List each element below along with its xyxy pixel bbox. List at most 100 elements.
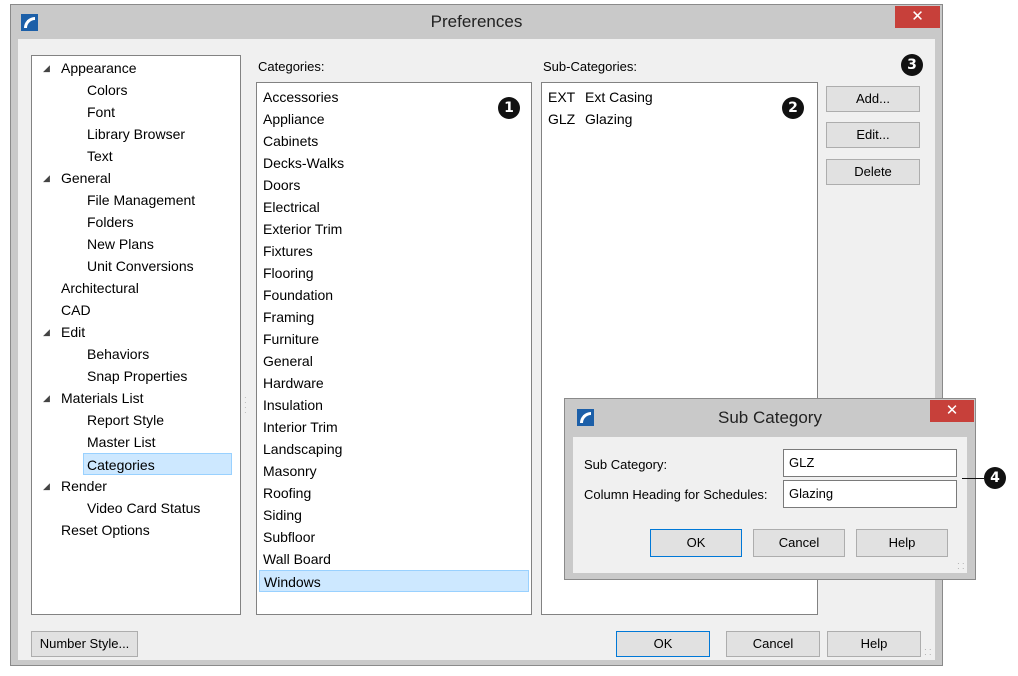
category-item[interactable]: Accessories	[263, 86, 338, 108]
tree-item-label: Library Browser	[87, 126, 186, 142]
category-item[interactable]: Roofing	[263, 482, 311, 504]
tree-item[interactable]: Categories	[83, 453, 232, 475]
category-item[interactable]: Hardware	[263, 372, 324, 394]
resize-grip[interactable]: · · · ·	[924, 646, 934, 659]
tree-item[interactable]: File Management	[87, 189, 195, 211]
subcategory-name: Glazing	[585, 111, 633, 127]
category-item[interactable]: Foundation	[263, 284, 333, 306]
help-button[interactable]: Help	[827, 631, 921, 657]
tree-item-label: Behaviors	[87, 346, 150, 362]
edit-button[interactable]: Edit...	[826, 122, 920, 148]
category-item[interactable]: Electrical	[263, 196, 320, 218]
sub-resize-grip[interactable]: · · · ·	[957, 560, 967, 573]
category-item[interactable]: Wall Board	[263, 548, 331, 570]
tree-item-label: General	[61, 170, 111, 186]
tree-item[interactable]: CAD	[61, 299, 91, 321]
tree-item-label: Categories	[87, 457, 155, 473]
category-item[interactable]: Masonry	[263, 460, 317, 482]
category-item[interactable]: Cabinets	[263, 130, 318, 152]
category-item[interactable]: General	[263, 350, 313, 372]
tree-item-label: Master List	[87, 434, 156, 450]
tree-item[interactable]: Architectural	[61, 277, 139, 299]
expand-arrow-icon[interactable]: ◢	[43, 167, 50, 189]
tree-item[interactable]: Library Browser	[87, 123, 185, 145]
tree-item[interactable]: ◢ Edit	[43, 321, 86, 343]
tree-item[interactable]: Unit Conversions	[87, 255, 194, 277]
tree-item-label: Text	[87, 148, 113, 164]
tree-item[interactable]: Video Card Status	[87, 497, 200, 519]
tree-item-label: Appearance	[61, 60, 137, 76]
category-item[interactable]: Landscaping	[263, 438, 342, 460]
add-button[interactable]: Add...	[826, 86, 920, 112]
sub-dialog-title: Sub Category	[718, 408, 822, 427]
number-style-button[interactable]: Number Style...	[31, 631, 138, 657]
callout-marker-4: 4	[984, 467, 1006, 489]
category-item[interactable]: Flooring	[263, 262, 314, 284]
subcategory-item[interactable]: EXT Ext Casing	[548, 86, 653, 108]
tree-item[interactable]: Font	[87, 101, 115, 123]
splitter-grip[interactable]: · · · ·	[244, 394, 248, 417]
tree-item[interactable]: ◢ Appearance	[43, 57, 137, 79]
sub-cancel-button[interactable]: Cancel	[753, 529, 845, 557]
tree-item[interactable]: New Plans	[87, 233, 154, 255]
tree-item-label: Video Card Status	[87, 500, 201, 516]
tree-item[interactable]: Folders	[87, 211, 134, 233]
category-item[interactable]: Appliance	[263, 108, 325, 130]
tree-item[interactable]: ◢ Render	[43, 475, 107, 497]
sub-ok-button[interactable]: OK	[650, 529, 742, 557]
callout-line	[962, 478, 984, 479]
sub-dialog-close-button[interactable]: ✕	[930, 400, 974, 422]
callout-marker-1: 1	[498, 97, 520, 119]
ok-button[interactable]: OK	[616, 631, 710, 657]
tree-item[interactable]: ◢ Materials List	[43, 387, 144, 409]
category-item[interactable]: Framing	[263, 306, 314, 328]
close-button[interactable]: ✕	[895, 6, 940, 28]
tree-item[interactable]: Snap Properties	[87, 365, 187, 387]
tree-item[interactable]: ◢ General	[43, 167, 111, 189]
tree-item-label: File Management	[87, 192, 196, 208]
tree-item-label: New Plans	[87, 236, 154, 252]
category-item[interactable]: Interior Trim	[263, 416, 338, 438]
categories-label: Categories:	[258, 59, 325, 74]
window-title: Preferences	[430, 12, 523, 31]
subcategories-label: Sub-Categories:	[543, 59, 637, 74]
tree-item[interactable]: Text	[87, 145, 113, 167]
tree-item[interactable]: Behaviors	[87, 343, 149, 365]
subcategory-item[interactable]: GLZ Glazing	[548, 108, 632, 130]
column-heading-label: Column Heading for Schedules:	[584, 487, 768, 502]
tree-item[interactable]: Report Style	[87, 409, 164, 431]
tree-item-label: Unit Conversions	[87, 258, 194, 274]
category-item[interactable]: Decks-Walks	[263, 152, 344, 174]
category-item[interactable]: Subfloor	[263, 526, 315, 548]
sub-help-button[interactable]: Help	[856, 529, 948, 557]
callout-marker-2: 2	[782, 97, 804, 119]
expand-arrow-icon[interactable]: ◢	[43, 321, 50, 343]
expand-arrow-icon[interactable]: ◢	[43, 387, 50, 409]
category-item[interactable]: Fixtures	[263, 240, 313, 262]
category-item[interactable]: Doors	[263, 174, 300, 196]
column-heading-input[interactable]: Glazing	[783, 480, 957, 508]
title-bar[interactable]: Preferences ✕	[11, 5, 942, 39]
categories-list[interactable]: Accessories Appliance Cabinets Decks-Walks D…	[256, 82, 532, 615]
tree-item-label: Materials List	[61, 390, 144, 406]
tree-item[interactable]: Master List	[87, 431, 155, 453]
cancel-button[interactable]: Cancel	[726, 631, 820, 657]
expand-arrow-icon[interactable]: ◢	[43, 475, 50, 497]
tree-item-label: Report Style	[87, 412, 165, 428]
category-item[interactable]: Windows	[259, 570, 529, 592]
tree-item-label: Edit	[61, 324, 86, 340]
category-item[interactable]: Insulation	[263, 394, 323, 416]
tree-item[interactable]: Colors	[87, 79, 127, 101]
preferences-tree[interactable]: ◢ Appearance Colors Font Library Browser Text…	[31, 55, 241, 615]
tree-item-label: Snap Properties	[87, 368, 188, 384]
sub-category-dialog: Sub Category ✕ Sub Category: GLZ Column …	[564, 398, 976, 580]
category-item[interactable]: Furniture	[263, 328, 319, 350]
sub-category-input[interactable]: GLZ	[783, 449, 957, 477]
tree-item-label: Reset Options	[61, 522, 150, 538]
delete-button[interactable]: Delete	[826, 159, 920, 185]
expand-arrow-icon[interactable]: ◢	[43, 57, 50, 79]
category-item[interactable]: Siding	[263, 504, 302, 526]
subcategory-code: GLZ	[548, 111, 576, 127]
category-item[interactable]: Exterior Trim	[263, 218, 342, 240]
tree-item[interactable]: Reset Options	[61, 519, 150, 541]
